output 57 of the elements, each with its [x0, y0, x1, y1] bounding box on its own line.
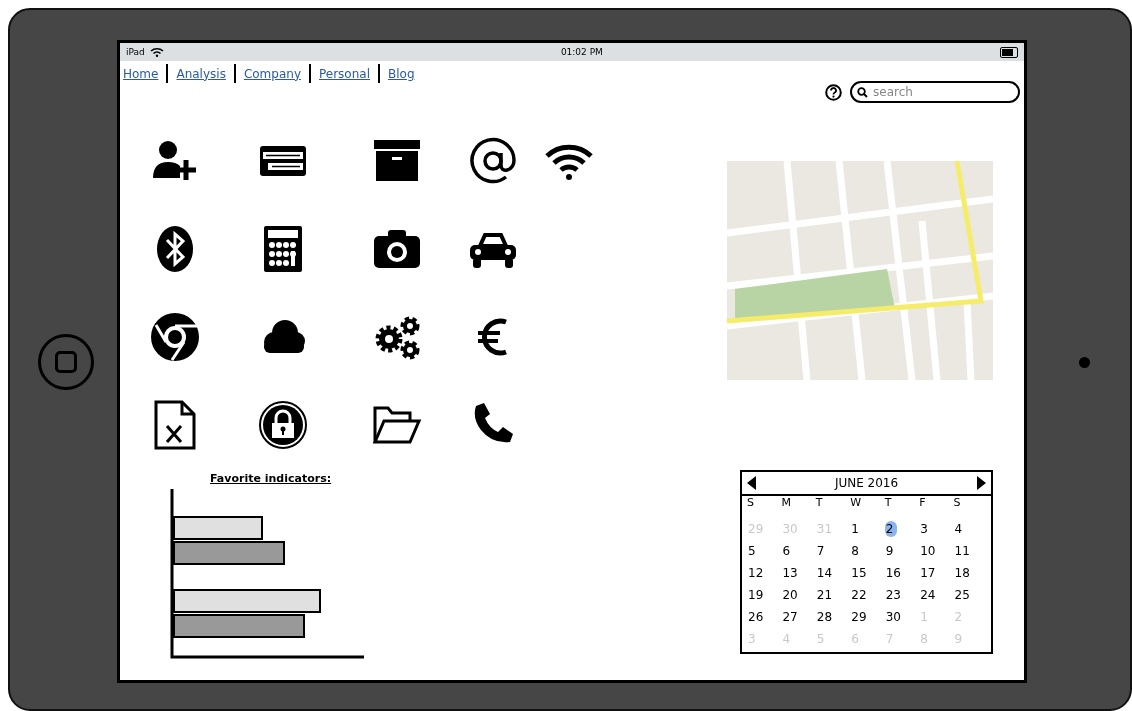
- weekday-label: M: [781, 496, 792, 510]
- calendar-day[interactable]: 14: [815, 565, 837, 581]
- weekday-label: T: [884, 496, 893, 510]
- nav-link[interactable]: Analysis: [176, 66, 226, 81]
- calendar-day[interactable]: 25: [953, 587, 974, 603]
- search-field[interactable]: search: [850, 81, 1020, 103]
- calendar-day[interactable]: 6: [781, 543, 795, 559]
- calendar-day[interactable]: 23: [884, 587, 905, 603]
- calendar-day[interactable]: 1: [850, 521, 863, 537]
- calendar-day[interactable]: 5: [747, 543, 760, 559]
- calendar-day[interactable]: 20: [781, 587, 802, 603]
- calendar-day[interactable]: 10: [919, 543, 940, 559]
- calendar-day[interactable]: 16: [884, 565, 905, 581]
- at-sign-icon[interactable]: [468, 136, 518, 186]
- camera-dot: [1079, 356, 1090, 368]
- nav-link[interactable]: Blog: [388, 66, 415, 81]
- search-icon: [857, 87, 868, 98]
- calendar-day[interactable]: 22: [850, 587, 871, 603]
- calendar-day[interactable]: 19: [747, 587, 768, 603]
- weekday-label: F: [919, 496, 927, 510]
- next-month-button[interactable]: [976, 476, 986, 490]
- device-name: iPad: [126, 47, 145, 57]
- calendar-day[interactable]: 12: [747, 565, 768, 581]
- nav-link[interactable]: Home: [123, 66, 159, 81]
- month-title: JUNE 2016: [834, 476, 899, 490]
- calendar-day[interactable]: 28: [815, 609, 837, 625]
- weekday-label: W: [850, 496, 863, 510]
- calendar-day[interactable]: 29: [850, 609, 871, 625]
- calendar-day[interactable]: 7: [815, 543, 829, 559]
- chart-title: Favorite indicators:: [210, 472, 333, 485]
- calendar-day[interactable]: 9: [884, 543, 898, 559]
- weekday-label: T: [815, 496, 824, 510]
- lock-icon[interactable]: [258, 400, 308, 450]
- battery-icon: [1000, 46, 1018, 58]
- wifi-icon: [149, 47, 164, 57]
- calendar-day[interactable]: 27: [781, 609, 802, 625]
- calendar-day[interactable]: 24: [919, 587, 940, 603]
- calendar-day[interactable]: 15: [850, 565, 871, 581]
- calendar-day[interactable]: 11: [953, 543, 974, 559]
- nav-link[interactable]: Personal: [319, 66, 370, 81]
- calendar-day[interactable]: 21: [815, 587, 837, 603]
- nav-link[interactable]: Company: [243, 66, 301, 81]
- calendar-day[interactable]: 8: [850, 543, 863, 559]
- calendar-day[interactable]: 3: [919, 521, 932, 537]
- weekday-label: S: [747, 496, 755, 510]
- calendar-day[interactable]: 17: [919, 565, 940, 581]
- calendar-day[interactable]: 26: [747, 609, 768, 625]
- weekday-label: S: [953, 496, 962, 510]
- clock-time: 01:02 PM: [560, 47, 603, 57]
- calendar-day[interactable]: 30: [884, 609, 905, 625]
- previous-month-button[interactable]: [747, 476, 757, 490]
- calendar-day[interactable]: 13: [781, 565, 802, 581]
- calendar-day[interactable]: 18: [953, 565, 974, 581]
- calendar-day[interactable]: 4: [953, 521, 967, 537]
- ring-logo-icon[interactable]: [150, 312, 200, 362]
- help-icon[interactable]: [825, 83, 842, 101]
- selected-day[interactable]: 2: [884, 521, 898, 537]
